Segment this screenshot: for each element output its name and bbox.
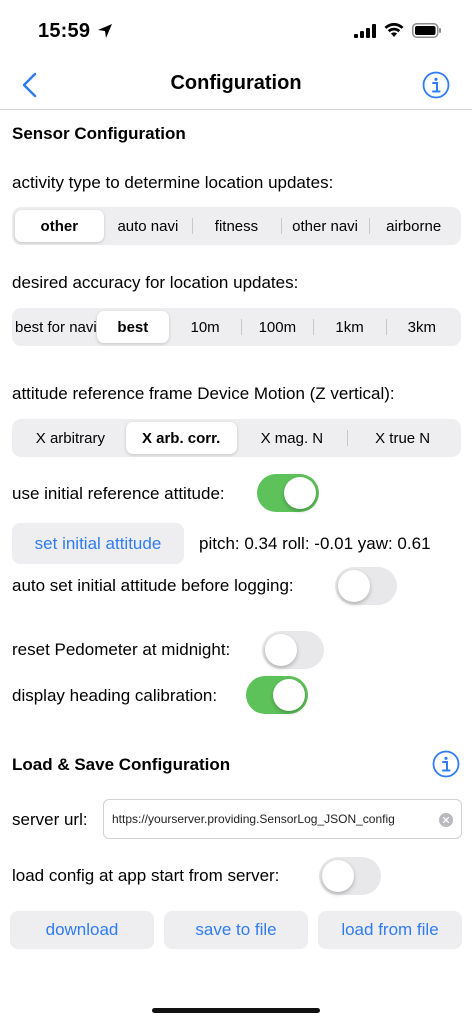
load-from-file-button[interactable]: load from file	[318, 911, 462, 949]
battery-icon	[412, 23, 441, 38]
sensor-section-title: Sensor Configuration	[12, 124, 186, 143]
page-title: Configuration	[170, 72, 302, 94]
activity-option-0[interactable]: other	[15, 210, 104, 242]
reset-pedometer-label: reset Pedometer at midnight:	[12, 640, 231, 659]
use-initial-attitude-label: use initial reference attitude:	[12, 484, 225, 503]
server-url-value: https://yourserver.providing.SensorLog_J…	[112, 812, 395, 826]
status-bar: 15:59	[0, 0, 472, 60]
accuracy-segmented-control[interactable]: best for navi best 10m 100m 1km 3km	[12, 308, 461, 346]
server-url-label: server url:	[12, 810, 88, 829]
load-save-section-title: Load & Save Configuration	[12, 755, 231, 774]
save-to-file-button[interactable]: save to file	[164, 911, 308, 949]
activity-option-2[interactable]: fitness	[192, 210, 281, 242]
accuracy-label: desired accuracy for location updates:	[12, 273, 299, 292]
server-url-input[interactable]: https://yourserver.providing.SensorLog_J…	[103, 799, 462, 839]
accuracy-option-5[interactable]: 3km	[385, 311, 458, 343]
activity-option-4[interactable]: airborne	[369, 210, 458, 242]
attitude-option-0[interactable]: X arbitrary	[15, 422, 126, 454]
attitude-option-2[interactable]: X mag. N	[237, 422, 348, 454]
toggle-knob	[284, 477, 316, 509]
location-arrow-icon	[98, 24, 112, 38]
activity-option-1[interactable]: auto navi	[104, 210, 193, 242]
attitude-option-1[interactable]: X arb. corr.	[125, 422, 237, 454]
status-time: 15:59	[38, 20, 91, 42]
home-indicator[interactable]	[152, 1008, 320, 1013]
attitude-reference-segmented-control[interactable]: X arbitrary X arb. corr. X mag. NX true N	[12, 419, 461, 457]
toggle-knob	[322, 860, 354, 892]
accuracy-option-1[interactable]: best	[96, 311, 169, 343]
heading-calibration-toggle[interactable]	[246, 676, 308, 714]
activity-option-3[interactable]: other navi	[280, 210, 370, 242]
info-icon[interactable]	[422, 71, 450, 99]
cellular-signal-icon	[354, 23, 376, 38]
load-at-start-toggle[interactable]	[319, 857, 381, 895]
use-initial-attitude-toggle[interactable]	[257, 474, 319, 512]
navigation-bar: Configuration	[0, 60, 472, 110]
set-initial-attitude-button[interactable]: set initial attitude	[12, 523, 184, 564]
load-save-info-icon[interactable]	[432, 750, 460, 778]
accuracy-option-0[interactable]: best for navi	[15, 311, 97, 343]
activity-type-segmented-control[interactable]: other auto navi fitness other navi airborne	[12, 207, 461, 245]
toggle-knob	[273, 679, 305, 711]
wifi-icon	[384, 23, 404, 37]
accuracy-option-3[interactable]: 100m	[241, 311, 313, 343]
attitude-reference-label: attitude reference frame Device Motion (…	[12, 384, 395, 403]
auto-set-attitude-label: auto set initial attitude before logging…	[12, 576, 294, 595]
toggle-knob	[338, 570, 370, 602]
reset-pedometer-toggle[interactable]	[262, 631, 324, 669]
toggle-knob	[265, 634, 297, 666]
load-at-start-label: load config at app start from server:	[12, 866, 280, 885]
status-icons	[354, 23, 442, 38]
clear-text-icon[interactable]	[439, 813, 453, 827]
attitude-readout: pitch: 0.34 roll: -0.01 yaw: 0.61	[199, 534, 431, 553]
attitude-option-3[interactable]: X true N	[347, 422, 458, 454]
download-button[interactable]: download	[10, 911, 154, 949]
activity-type-label: activity type to determine location upda…	[12, 173, 334, 192]
heading-calibration-label: display heading calibration:	[12, 686, 218, 705]
accuracy-option-2[interactable]: 10m	[169, 311, 241, 343]
auto-set-attitude-toggle[interactable]	[335, 567, 397, 605]
accuracy-option-4[interactable]: 1km	[313, 311, 385, 343]
